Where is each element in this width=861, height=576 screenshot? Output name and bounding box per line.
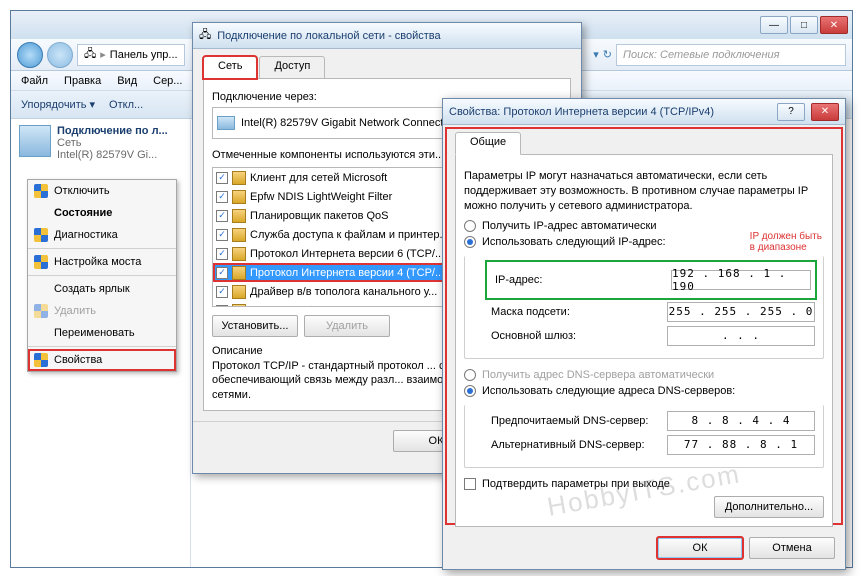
ctx-delete[interactable]: Удалить (28, 300, 176, 322)
chevron-down-icon[interactable]: ▾ (593, 48, 599, 61)
ctx-bridge[interactable]: Настройка моста (28, 251, 176, 273)
validate-checkbox-row[interactable]: Подтвердить параметры при выходе (464, 478, 824, 490)
uninstall-button: Удалить (304, 315, 390, 337)
ipv4-body: Общие Параметры IP могут назначаться авт… (443, 125, 845, 527)
network-adapter-icon (19, 125, 51, 157)
ctx-properties[interactable]: Свойства (28, 349, 176, 371)
ipv4-titlebar: Свойства: Протокол Интернета версии 4 (T… (443, 99, 845, 125)
alternate-dns-input[interactable]: 77 . 88 . 8 . 1 (667, 435, 815, 455)
adapter-name: Intel(R) 82579V Gigabit Network Connect.… (241, 117, 453, 129)
cancel-button[interactable]: Отмена (749, 537, 835, 559)
protocol-icon (232, 228, 246, 242)
props-titlebar: 🖧 Подключение по локальной сети - свойст… (193, 23, 581, 49)
breadcrumb-item[interactable]: Панель упр... (110, 49, 178, 61)
menu-tools[interactable]: Сер... (153, 75, 182, 87)
connection-text: Подключение по л... Сеть Intel(R) 82579V… (57, 125, 168, 161)
tab-sharing[interactable]: Доступ (259, 56, 325, 79)
network-icon: 🖧 (199, 26, 211, 45)
radio-icon (464, 385, 476, 397)
radio-icon (464, 220, 476, 232)
menu-edit[interactable]: Правка (64, 75, 101, 87)
shield-icon (34, 255, 48, 269)
nic-icon (217, 116, 235, 130)
checkbox-icon[interactable]: ✓ (216, 305, 228, 308)
menu-file[interactable]: Файл (21, 75, 48, 87)
shield-icon (34, 304, 48, 318)
subnet-mask-input[interactable]: 255 . 255 . 255 . 0 (667, 302, 815, 322)
help-button[interactable]: ? (777, 103, 805, 121)
radio-auto-dns: Получить адрес DNS-сервера автоматически (464, 369, 824, 381)
checkbox-icon[interactable]: ✓ (216, 286, 228, 298)
dns1-label: Предпочитаемый DNS-сервер: (491, 415, 661, 427)
radio-icon (464, 236, 476, 248)
disable-device-button[interactable]: Откл... (109, 99, 143, 111)
gateway-label: Основной шлюз: (491, 330, 661, 342)
connection-name: Подключение по л... (57, 125, 168, 137)
install-button[interactable]: Установить... (212, 315, 298, 337)
protocol-icon (232, 247, 246, 261)
protocol-icon (232, 190, 246, 204)
advanced-button[interactable]: Дополнительно... (714, 496, 824, 518)
menu-view[interactable]: Вид (117, 75, 137, 87)
connection-item[interactable]: Подключение по л... Сеть Intel(R) 82579V… (11, 119, 190, 167)
radio-icon (464, 369, 476, 381)
maximize-button[interactable]: □ (790, 16, 818, 34)
tab-general[interactable]: Общие (455, 132, 521, 155)
gateway-input[interactable]: . . . (667, 326, 815, 346)
ctx-shortcut[interactable]: Создать ярлык (28, 278, 176, 300)
mask-label: Маска подсети: (491, 306, 661, 318)
context-menu: Отключить Состояние Диагностика Настройк… (27, 179, 177, 372)
close-button[interactable]: ✕ (820, 16, 848, 34)
protocol-icon (232, 209, 246, 223)
ctx-status[interactable]: Состояние (28, 202, 176, 224)
checkbox-icon[interactable]: ✓ (216, 210, 228, 222)
connection-status: Сеть (57, 137, 81, 149)
protocol-icon (232, 304, 246, 308)
info-text: Параметры IP могут назначаться автоматич… (464, 169, 824, 214)
ok-button[interactable]: ОК (657, 537, 743, 559)
radio-use-dns[interactable]: Использовать следующие адреса DNS-сервер… (464, 385, 824, 397)
ip-highlight: IP-адрес: 192 . 168 . 1 . 190 (487, 262, 815, 298)
checkbox-icon[interactable]: ✓ (216, 229, 228, 241)
preferred-dns-input[interactable]: 8 . 8 . 4 . 4 (667, 411, 815, 431)
radio-auto-ip[interactable]: Получить IP-адрес автоматически (464, 220, 824, 232)
ip-label: IP-адрес: (495, 274, 665, 286)
checkbox-icon[interactable]: ✓ (216, 172, 228, 184)
minimize-button[interactable]: — (760, 16, 788, 34)
protocol-icon (232, 285, 246, 299)
ctx-diagnose[interactable]: Диагностика (28, 224, 176, 246)
breadcrumb[interactable]: 🖧 ▸ Панель упр... (77, 44, 185, 66)
search-placeholder: Поиск: Сетевые подключения (623, 49, 780, 61)
shield-icon (34, 353, 48, 367)
dialog-title: Подключение по локальной сети - свойства (217, 30, 575, 42)
protocol-icon (232, 266, 246, 280)
checkbox-icon[interactable]: ✓ (216, 267, 228, 279)
dns2-label: Альтернативный DNS-сервер: (491, 439, 661, 451)
ipv4-properties-dialog: Свойства: Протокол Интернета версии 4 (T… (442, 98, 846, 570)
checkbox-icon[interactable]: ✓ (216, 191, 228, 203)
dialog-title: Свойства: Протокол Интернета версии 4 (T… (449, 106, 771, 118)
protocol-icon (232, 171, 246, 185)
ctx-rename[interactable]: Переименовать (28, 322, 176, 344)
annotation-text: IP должен быть в диапазоне (750, 231, 822, 253)
ctx-disable[interactable]: Отключить (28, 180, 176, 202)
forward-button[interactable] (47, 42, 73, 68)
checkbox-icon[interactable] (464, 478, 476, 490)
organize-menu[interactable]: Упорядочить ▾ (21, 98, 95, 111)
shield-icon (34, 228, 48, 242)
refresh-icon[interactable]: ↻ (603, 48, 612, 61)
shield-icon (34, 184, 48, 198)
search-input[interactable]: Поиск: Сетевые подключения (616, 44, 846, 66)
tabstrip: Сеть Доступ (203, 55, 571, 79)
close-button[interactable]: ✕ (811, 103, 839, 121)
connection-adapter: Intel(R) 82579V Gi... (57, 149, 157, 161)
breadcrumb-network-icon: 🖧 (84, 45, 96, 64)
chevron-right-icon: ▸ (100, 48, 106, 61)
tab-network[interactable]: Сеть (203, 56, 257, 79)
back-button[interactable] (17, 42, 43, 68)
ip-address-input[interactable]: 192 . 168 . 1 . 190 (671, 270, 811, 290)
checkbox-icon[interactable]: ✓ (216, 248, 228, 260)
